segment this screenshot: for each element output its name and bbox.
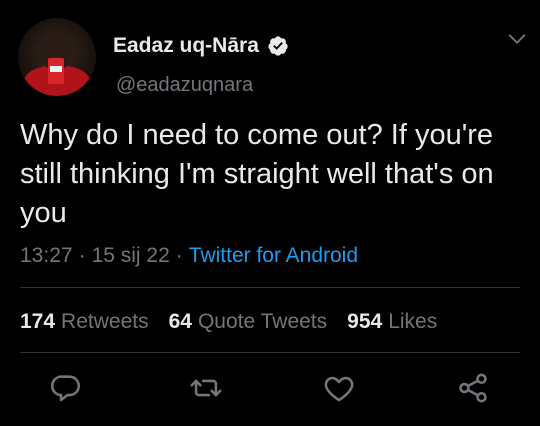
retweet-icon xyxy=(190,379,222,397)
tweet-source[interactable]: Twitter for Android xyxy=(189,244,358,267)
likes-count: 954 xyxy=(347,310,383,333)
heart-icon xyxy=(324,376,354,402)
retweet-button[interactable] xyxy=(189,371,223,405)
share-icon xyxy=(459,373,487,403)
author-handle[interactable]: @eadazuqnara xyxy=(116,74,253,97)
avatar[interactable] xyxy=(18,18,96,96)
tweet-meta: 13:27 · 15 sij 22 · Twitter for Android xyxy=(20,244,358,268)
likes-stat[interactable]: 954 Likes xyxy=(347,310,437,334)
reply-button[interactable] xyxy=(49,371,83,405)
tweet-date[interactable]: 15 sij 22 xyxy=(92,244,170,267)
separator-dot: · xyxy=(78,244,86,267)
verified-badge-icon xyxy=(268,36,288,56)
tweet-time[interactable]: 13:27 xyxy=(20,244,73,267)
chevron-down-icon[interactable] xyxy=(506,28,528,50)
retweets-stat[interactable]: 174 Retweets xyxy=(20,310,149,334)
avatar-cup xyxy=(48,58,64,84)
likes-label: Likes xyxy=(388,310,438,333)
author-display-name[interactable]: Eadaz uq-Nāra xyxy=(113,34,259,58)
share-button[interactable] xyxy=(456,371,490,405)
divider xyxy=(20,287,520,288)
quote-tweets-stat[interactable]: 64 Quote Tweets xyxy=(169,310,328,334)
quote-tweets-count: 64 xyxy=(168,310,192,333)
author-name-row: Eadaz uq-Nāra xyxy=(113,34,289,58)
separator-dot: · xyxy=(175,244,183,267)
quote-tweets-label: Quote Tweets xyxy=(197,310,328,333)
retweets-count: 174 xyxy=(20,310,56,333)
retweets-label: Retweets xyxy=(61,310,149,333)
divider xyxy=(20,352,520,353)
reply-icon xyxy=(50,375,81,402)
tweet-text: Why do I need to come out? If you're sti… xyxy=(20,119,494,229)
tweet-stats: 174 Retweets 64 Quote Tweets 954 Likes xyxy=(20,310,437,334)
like-button[interactable] xyxy=(322,371,356,405)
